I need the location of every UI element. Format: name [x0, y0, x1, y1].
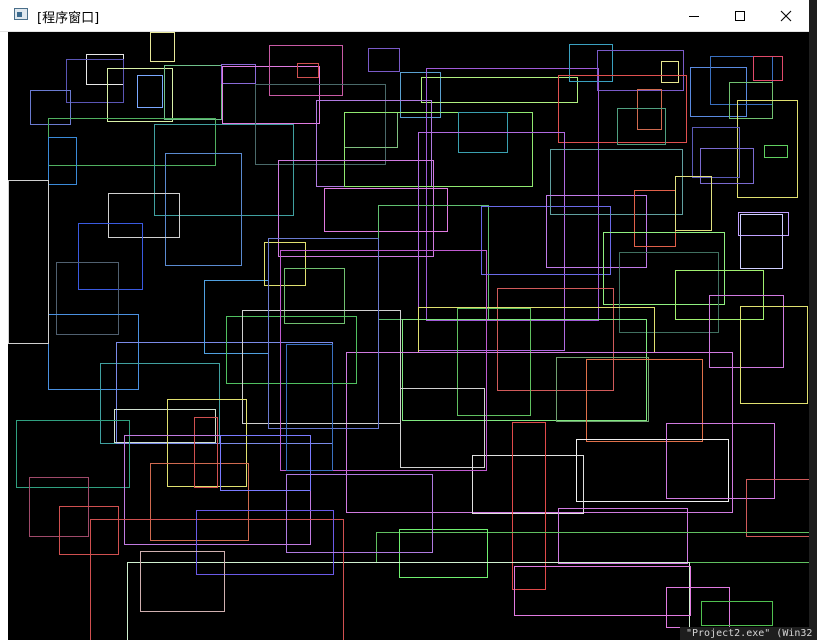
drawn-rectangle — [617, 108, 666, 145]
maximize-icon — [735, 10, 745, 21]
drawn-rectangle — [242, 310, 401, 424]
drawn-rectangle — [637, 89, 662, 130]
drawn-rectangle — [740, 214, 783, 269]
drawn-rectangle — [634, 190, 676, 247]
drawn-rectangle — [457, 308, 531, 416]
drawn-rectangle — [586, 359, 703, 442]
drawn-rectangle — [418, 132, 565, 351]
drawn-rectangle — [376, 532, 809, 563]
maximize-button[interactable] — [717, 0, 763, 31]
drawn-rectangle — [738, 212, 789, 236]
app-window-icon — [14, 8, 28, 20]
drawn-rectangle — [194, 417, 218, 488]
drawn-rectangle — [701, 601, 773, 626]
drawn-rectangle — [78, 223, 143, 290]
drawn-rectangle — [286, 474, 433, 553]
minimize-icon — [689, 15, 699, 17]
drawn-rectangle — [196, 510, 334, 575]
drawn-rectangle — [514, 566, 691, 616]
drawn-rectangle — [66, 59, 124, 103]
drawn-rectangle — [269, 45, 343, 96]
drawn-rectangle — [675, 176, 712, 231]
drawn-rectangle — [165, 153, 242, 266]
program-window: [程序窗口] — [0, 0, 809, 640]
drawn-rectangle — [344, 112, 398, 148]
drawn-rectangle — [284, 268, 345, 324]
drawn-rectangle — [137, 75, 163, 108]
drawn-rectangle — [597, 50, 684, 91]
minimize-button[interactable] — [671, 0, 717, 31]
drawn-rectangle — [619, 252, 719, 333]
drawn-rectangle — [48, 137, 77, 185]
drawn-rectangle — [472, 455, 584, 514]
drawn-rectangle — [421, 77, 578, 103]
drawn-rectangle — [400, 72, 441, 118]
drawn-rectangle — [690, 67, 747, 117]
drawn-rectangle — [280, 250, 487, 471]
drawn-rectangle — [558, 508, 688, 564]
drawn-rectangle — [512, 422, 546, 590]
drawn-rectangle — [740, 306, 808, 404]
drawn-rectangle — [226, 316, 357, 384]
drawn-rectangle — [400, 388, 485, 468]
drawn-rectangle — [346, 352, 733, 513]
console-output-text: "Project2.exe" (Win32 — [686, 628, 813, 639]
drawn-rectangle — [700, 148, 754, 184]
drawn-rectangle — [48, 314, 139, 390]
console-output: "Project2.exe" (Win32 — [680, 627, 817, 640]
drawn-rectangle — [100, 363, 220, 444]
window-title: [程序窗口] — [37, 11, 100, 26]
drawn-rectangle — [746, 479, 809, 537]
drawn-rectangle — [30, 90, 71, 125]
drawn-rectangle — [150, 463, 249, 541]
console-background — [809, 0, 817, 640]
drawn-rectangle — [297, 63, 319, 78]
rectangles-drawing — [8, 32, 809, 640]
drawn-rectangle — [221, 64, 256, 84]
drawn-rectangle — [556, 357, 649, 422]
drawn-rectangle — [164, 65, 222, 120]
drawing-canvas[interactable] — [8, 32, 809, 640]
drawn-rectangle — [692, 127, 740, 178]
drawn-rectangle — [368, 48, 400, 72]
drawn-rectangle — [150, 32, 175, 62]
drawn-rectangle — [666, 423, 775, 499]
drawn-rectangle — [753, 56, 783, 81]
drawn-rectangle — [316, 100, 432, 187]
close-icon — [780, 10, 792, 21]
drawn-rectangle — [497, 288, 614, 391]
drawn-rectangle — [344, 112, 533, 187]
drawn-rectangle — [286, 344, 333, 471]
drawn-rectangle — [399, 529, 488, 578]
drawn-rectangle — [550, 149, 683, 215]
close-button[interactable] — [763, 0, 809, 31]
drawn-rectangle — [603, 232, 725, 305]
drawn-rectangle — [426, 68, 599, 321]
title-bar[interactable]: [程序窗口] — [0, 0, 809, 32]
drawn-rectangle — [48, 118, 216, 166]
drawn-rectangle — [764, 145, 788, 158]
drawn-rectangle — [154, 124, 294, 216]
drawn-rectangle — [661, 61, 679, 83]
drawn-rectangle — [8, 180, 49, 344]
drawn-rectangle — [324, 188, 448, 232]
drawn-rectangle — [666, 587, 730, 628]
drawn-rectangle — [90, 519, 344, 640]
drawn-rectangle — [268, 238, 379, 429]
drawn-rectangle — [402, 319, 647, 421]
drawn-rectangle — [140, 551, 225, 612]
drawn-rectangle — [576, 439, 729, 502]
drawn-rectangle — [56, 262, 119, 335]
